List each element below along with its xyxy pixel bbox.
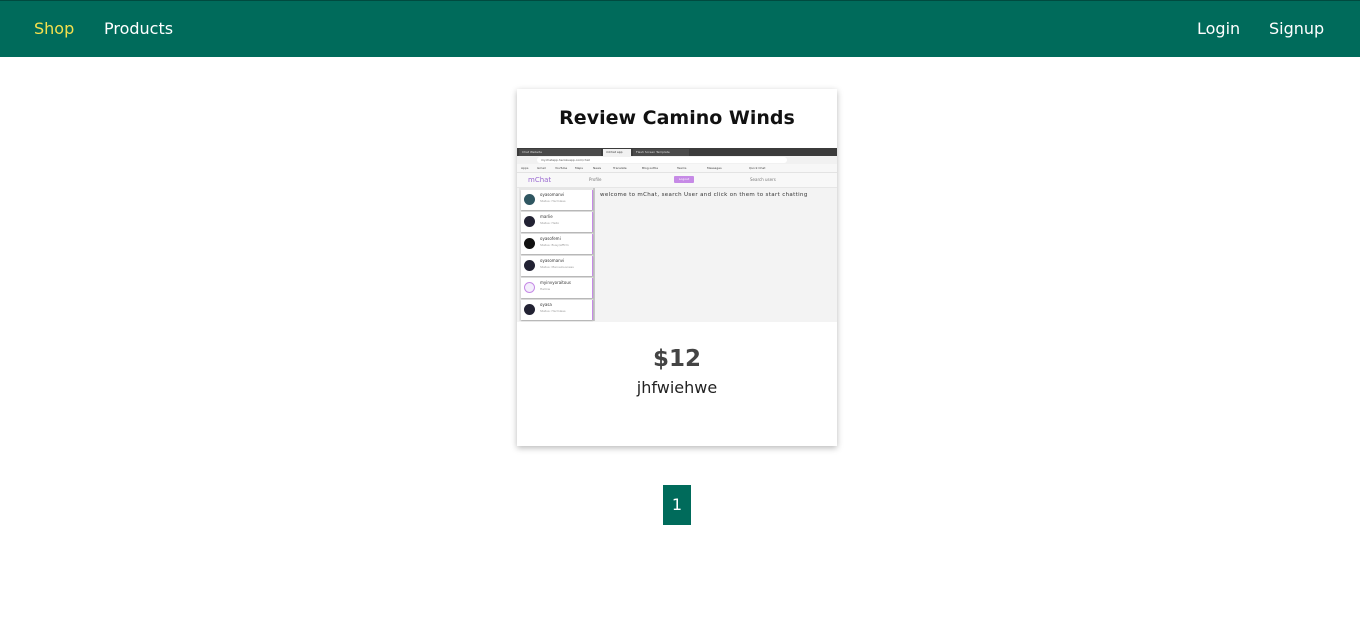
product-description: jhfwiehwe — [636, 378, 718, 397]
thumb-bookmark: Maps — [575, 166, 583, 170]
thumb-user-status: Status: Busy/affirm — [540, 243, 569, 247]
thumb-user-status: Status: Harmless — [540, 309, 566, 313]
thumb-user-status: Status: Marvelousness — [540, 265, 574, 269]
user-avatar — [524, 238, 535, 249]
thumb-user-item: oyasofemi Status: Busy/affirm — [521, 234, 593, 254]
thumb-user-name: oyasomanvi — [540, 258, 565, 263]
thumb-tab: Flash Screen Template — [633, 149, 689, 156]
user-avatar — [524, 282, 535, 293]
thumb-tab: Chat Website — [519, 149, 601, 156]
user-avatar — [524, 260, 535, 271]
thumb-brand-logo: mChat — [528, 176, 552, 184]
thumb-user-item: oyasomanvi Status: Marvelousness — [521, 256, 593, 276]
thumb-bookmark: YouTube — [555, 166, 568, 170]
thumb-app-header: mChat Profile Logout Search users — [517, 173, 837, 188]
thumb-bookmark: News — [593, 166, 602, 170]
user-avatar — [524, 304, 535, 315]
thumb-user-item: oyasa Status: Harmless — [521, 300, 593, 320]
thumb-tab: mChat app — [603, 149, 631, 156]
thumb-bookmark: Gmail — [537, 166, 546, 170]
thumb-user-name: myinvyoraitous — [540, 280, 571, 285]
thumb-user-name: oyasa — [540, 302, 552, 307]
thumb-logout-button: Logout — [674, 176, 694, 183]
user-avatar — [524, 216, 535, 227]
thumb-bookmarks-bar: Apps Gmail YouTube Maps News Translate B… — [517, 164, 837, 173]
thumb-user-status: Status: Hello — [540, 221, 560, 225]
thumb-bookmark: Quick Chat — [749, 166, 766, 170]
product-title[interactable]: Review Camino Winds — [517, 107, 837, 129]
thumb-user-name: oyasomanvi — [540, 192, 565, 197]
nav-signup-link[interactable]: Signup — [1269, 19, 1324, 39]
thumb-search-users: Search users — [750, 177, 776, 182]
thumb-bookmark: Blog.Lottie — [642, 166, 659, 170]
thumb-user-item: oyasomanvi Status: Harmless — [521, 190, 593, 210]
nav-shop-link[interactable]: Shop — [34, 19, 74, 39]
thumb-welcome-message: welcome to mChat, search User and click … — [600, 192, 808, 198]
thumb-user-name: oyasofemi — [540, 236, 561, 241]
thumb-user-status: Status: Harmless — [540, 199, 566, 203]
user-avatar — [524, 194, 535, 205]
nav-login-link[interactable]: Login — [1197, 19, 1240, 39]
top-navbar: Shop Products Login Signup — [0, 0, 1360, 57]
product-card[interactable]: Review Camino Winds Chat Website mChat a… — [517, 89, 837, 446]
thumb-bookmark: Messages — [707, 166, 722, 170]
thumb-user-list: oyasomanvi Status: Harmless marlie Statu… — [519, 188, 595, 321]
product-thumbnail[interactable]: Chat Website mChat app Flash Screen Temp… — [517, 148, 837, 322]
thumb-browser-tabbar: Chat Website mChat app Flash Screen Temp… — [517, 148, 837, 156]
thumb-user-name: marlie — [540, 214, 553, 219]
thumb-user-status: Hellow — [540, 287, 551, 291]
thumb-bookmark: Translate — [613, 166, 627, 170]
pagination-page-1[interactable]: 1 — [663, 485, 691, 525]
thumb-bookmark: Apps — [521, 166, 529, 170]
thumb-user-item: myinvyoraitous Hellow — [521, 278, 593, 298]
thumb-profile-link: Profile — [589, 177, 602, 182]
thumb-address-field: mychatapp.herokuapp.com/chat — [537, 157, 787, 163]
nav-products-link[interactable]: Products — [104, 19, 173, 39]
thumb-bookmark: Teams — [677, 166, 687, 170]
thumb-user-item: marlie Status: Hello — [521, 212, 593, 232]
product-price: $12 — [652, 346, 701, 372]
